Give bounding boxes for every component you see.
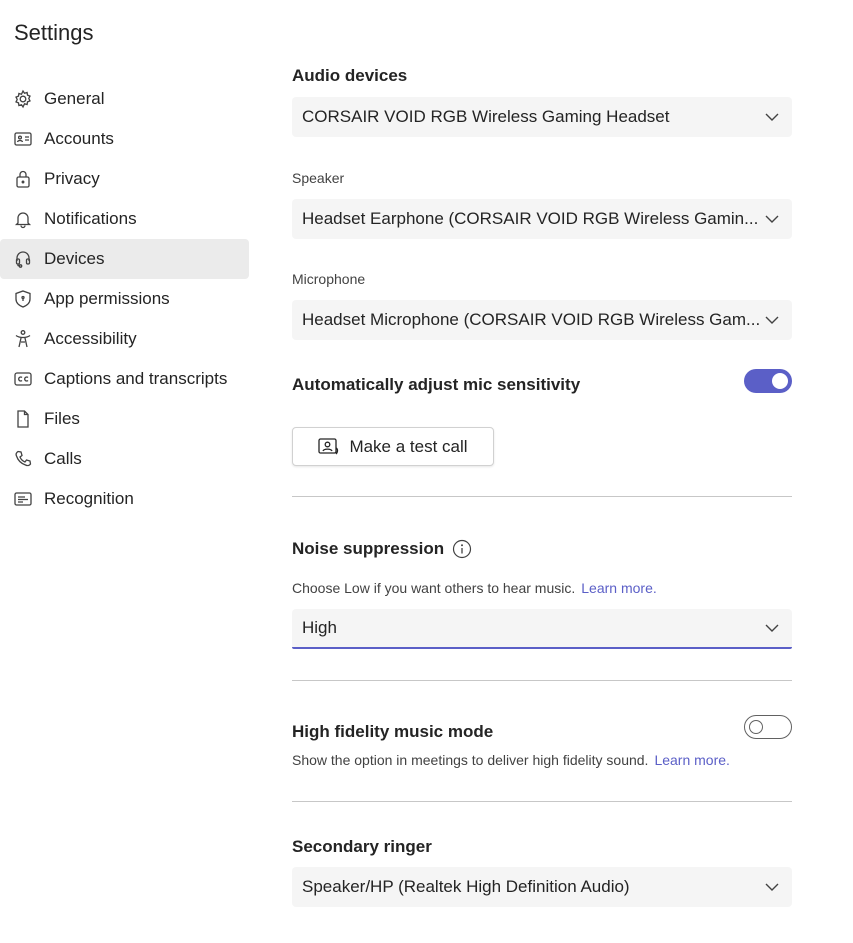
sidebar-item-label: General (44, 89, 105, 108)
headset-icon (12, 248, 34, 270)
speaker-dropdown[interactable]: Headset Earphone (CORSAIR VOID RGB Wirel… (292, 199, 792, 239)
sidebar-item-label: Files (44, 409, 80, 428)
test-call-label: Make a test call (349, 436, 468, 456)
sidebar-item-devices[interactable]: Devices (0, 239, 249, 279)
speaker-label: Speaker (292, 170, 345, 186)
sidebar-item-label: Privacy (44, 169, 100, 188)
sidebar-item-recognition[interactable]: Recognition (0, 479, 249, 519)
dropdown-value: Headset Earphone (CORSAIR VOID RGB Wirel… (302, 209, 759, 228)
gear-icon (12, 88, 34, 110)
closed-captions-icon (12, 368, 34, 390)
sidebar-item-label: Devices (44, 249, 105, 268)
chevron-down-icon (765, 624, 779, 632)
sidebar-item-label: Notifications (44, 209, 137, 228)
sidebar-item-accounts[interactable]: Accounts (0, 119, 249, 159)
audio-devices-dropdown[interactable]: CORSAIR VOID RGB Wireless Gaming Headset (292, 97, 792, 137)
noise-description: Choose Low if you want others to hear mu… (292, 580, 657, 596)
hifi-heading: High fidelity music mode (292, 722, 494, 741)
test-call-button[interactable]: Make a test call (292, 427, 494, 466)
sidebar-item-label: App permissions (44, 289, 170, 308)
auto-mic-toggle[interactable] (744, 369, 792, 393)
sidebar-item-label: Recognition (44, 489, 134, 508)
file-icon (12, 408, 34, 430)
recognition-icon (12, 488, 34, 510)
sidebar-item-label: Accounts (44, 129, 114, 148)
sidebar-item-accessibility[interactable]: Accessibility (0, 319, 249, 359)
sidebar-item-general[interactable]: General (0, 79, 249, 119)
chevron-down-icon (765, 316, 779, 324)
chevron-down-icon (765, 215, 779, 223)
noise-suppression-dropdown[interactable]: High (292, 609, 792, 649)
dropdown-value: High (302, 618, 337, 637)
lock-icon (12, 168, 34, 190)
divider (292, 801, 792, 802)
hifi-toggle[interactable] (744, 715, 792, 739)
hifi-learn-more-link[interactable]: Learn more. (654, 752, 729, 768)
hifi-description: Show the option in meetings to deliver h… (292, 752, 730, 768)
auto-mic-label: Automatically adjust mic sensitivity (292, 375, 581, 394)
dropdown-value: Speaker/HP (Realtek High Definition Audi… (302, 877, 630, 896)
divider (292, 496, 792, 497)
dropdown-value: Headset Microphone (CORSAIR VOID RGB Wir… (302, 310, 761, 329)
shield-icon (12, 288, 34, 310)
sidebar-item-label: Captions and transcripts (44, 369, 228, 388)
dropdown-value: CORSAIR VOID RGB Wireless Gaming Headset (302, 107, 670, 126)
sidebar-item-captions-and-transcripts[interactable]: Captions and transcripts (0, 359, 249, 399)
sidebar-item-app-permissions[interactable]: App permissions (0, 279, 249, 319)
audio-devices-heading: Audio devices (292, 66, 408, 85)
divider (292, 680, 792, 681)
microphone-label: Microphone (292, 271, 366, 287)
sidebar-item-calls[interactable]: Calls (0, 439, 249, 479)
microphone-dropdown[interactable]: Headset Microphone (CORSAIR VOID RGB Wir… (292, 300, 792, 340)
noise-suppression-heading: Noise suppression (292, 539, 445, 558)
info-icon[interactable] (452, 539, 472, 559)
secondary-ringer-dropdown[interactable]: Speaker/HP (Realtek High Definition Audi… (292, 867, 792, 907)
page-title: Settings (14, 20, 94, 45)
accessibility-icon (12, 328, 34, 350)
sidebar-item-files[interactable]: Files (0, 399, 249, 439)
chevron-down-icon (765, 113, 779, 121)
test-call-icon (318, 437, 339, 454)
bell-icon (12, 208, 34, 230)
noise-learn-more-link[interactable]: Learn more. (581, 580, 656, 596)
phone-icon (12, 448, 34, 470)
sidebar-item-label: Calls (44, 449, 82, 468)
sidebar-item-label: Accessibility (44, 329, 137, 348)
chevron-down-icon (765, 883, 779, 891)
secondary-ringer-heading: Secondary ringer (292, 837, 432, 856)
sidebar-item-privacy[interactable]: Privacy (0, 159, 249, 199)
sidebar-item-notifications[interactable]: Notifications (0, 199, 249, 239)
id-card-icon (12, 128, 34, 150)
